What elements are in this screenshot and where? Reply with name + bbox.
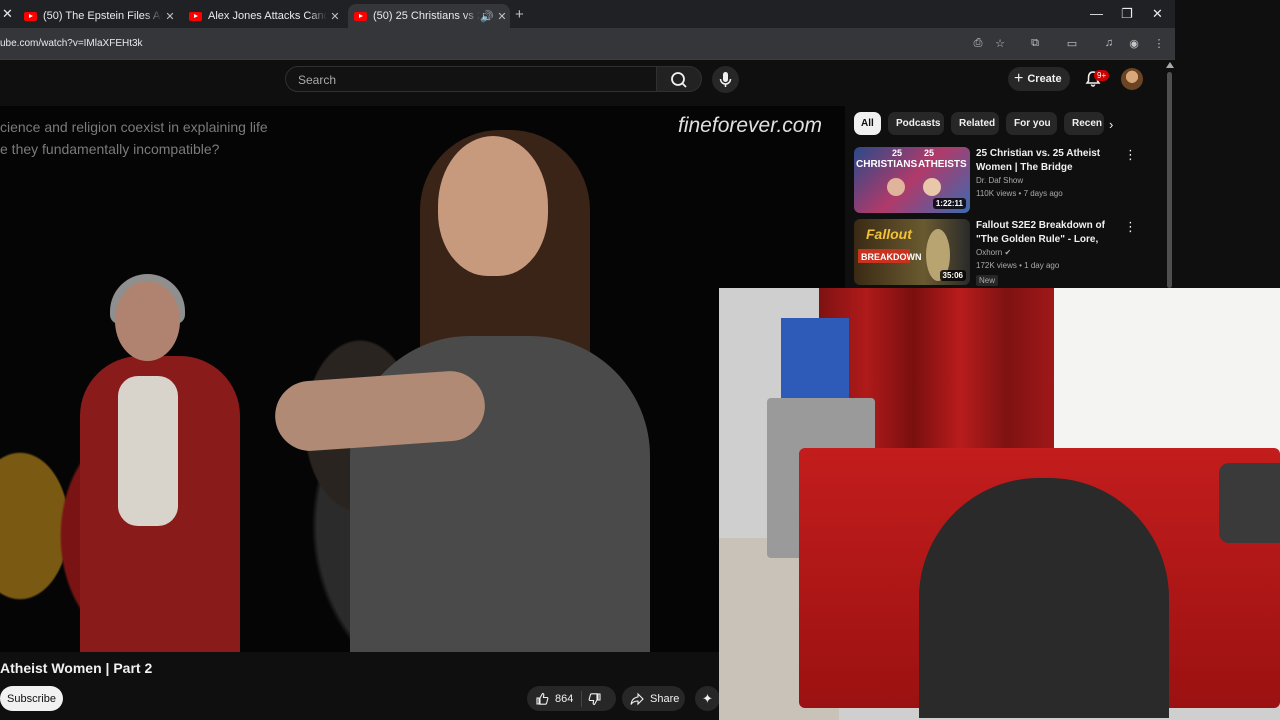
thumb-text-atheists: ATHEISTS xyxy=(918,159,967,170)
thumb-text-christians: CHRISTIANS xyxy=(856,159,917,170)
browser-menu-icon[interactable]: ⋮ xyxy=(1152,36,1166,50)
video-watermark: fineforever.com xyxy=(678,114,822,137)
more-options-icon[interactable]: ⋮ xyxy=(1124,147,1137,163)
video-thumbnail[interactable]: Fallout BREAKDOWN 35:06 xyxy=(854,219,970,285)
like-count: 864 xyxy=(555,692,574,705)
browser-tab-active[interactable]: (50) 25 Christians vs 25 Atheist 🔊 ✕ xyxy=(348,4,510,28)
subscribe-button[interactable]: Subscribe xyxy=(0,686,63,711)
youtube-favicon-icon xyxy=(354,11,367,21)
thumb-person-right xyxy=(923,178,941,196)
chip-recently-uploaded[interactable]: Recen xyxy=(1064,112,1104,135)
tab-close-icon[interactable]: ✕ xyxy=(327,10,343,23)
like-dislike-group: 864 xyxy=(527,686,616,711)
more-options-icon[interactable]: ⋮ xyxy=(1124,219,1137,235)
like-button[interactable]: 864 xyxy=(527,692,573,706)
close-window-icon[interactable]: ✕ xyxy=(1152,6,1163,22)
thumb-number-right: 25 xyxy=(924,148,934,158)
cast-icon[interactable]: ⎙ xyxy=(971,36,985,50)
scrollbar-thumb[interactable] xyxy=(1167,72,1172,288)
plus-icon: + xyxy=(1014,70,1024,87)
video-meta: 110K views • 7 days ago xyxy=(976,189,1063,198)
speaker-arm xyxy=(272,368,488,454)
video-meta: 172K views • 1 day ago xyxy=(976,261,1060,270)
create-label: Create xyxy=(1027,73,1062,85)
share-icon xyxy=(630,692,644,705)
search-button[interactable] xyxy=(656,66,702,92)
restore-icon[interactable]: ❐ xyxy=(1121,6,1133,22)
channel-name[interactable]: Oxhorn ✔ xyxy=(976,248,1011,257)
chevron-right-icon[interactable]: › xyxy=(1109,117,1113,132)
webcam-box xyxy=(781,318,849,398)
search-input[interactable]: Search xyxy=(285,66,657,92)
webcam-wall xyxy=(1049,288,1280,458)
video-title: Atheist Women | Part 2 xyxy=(0,660,153,676)
browser-tab[interactable]: (50) The Epstein Files Are Way Worse ✕ xyxy=(18,4,178,28)
scroll-up-arrow-icon[interactable] xyxy=(1166,62,1174,68)
video-duration: 1:22:11 xyxy=(932,198,966,209)
profile-icon[interactable]: ◉ xyxy=(1127,36,1141,50)
video-duration: 35:06 xyxy=(939,270,966,281)
thumb-text-breakdown: BREAKDOWN xyxy=(861,252,922,262)
share-button[interactable]: Share xyxy=(622,686,685,711)
dislike-button[interactable] xyxy=(588,692,602,706)
recommended-video-title[interactable]: 25 Christian vs. 25 Atheist Women | The … xyxy=(976,147,1126,175)
verified-check-icon: ✔ xyxy=(1004,248,1012,257)
chip-for-you[interactable]: For you xyxy=(1006,112,1057,135)
thumb-text-fallout: Fallout xyxy=(866,226,913,242)
new-tab-icon[interactable]: + xyxy=(515,6,524,23)
speaker-face xyxy=(438,136,548,276)
tab-close-icon[interactable]: ✕ xyxy=(2,6,13,22)
thumbs-up-icon xyxy=(536,692,549,705)
bookmark-star-icon[interactable]: ☆ xyxy=(993,36,1007,50)
minimize-icon[interactable]: — xyxy=(1090,6,1103,21)
chip-podcasts[interactable]: Podcasts xyxy=(888,112,944,135)
recommended-video[interactable]: Fallout BREAKDOWN 35:06 Fallout S2E2 Bre… xyxy=(854,219,1160,286)
webcam-chair xyxy=(919,478,1169,718)
address-bar[interactable]: ube.com/watch?v=IMlaXFEHt3k xyxy=(0,38,143,49)
thumb-person-left xyxy=(887,178,905,196)
webcam-overlay xyxy=(719,288,1280,720)
extensions-icon[interactable]: ⧉ xyxy=(1028,36,1042,50)
create-button[interactable]: + Create xyxy=(1008,67,1070,91)
recommended-video[interactable]: CHRISTIANS ATHEISTS 25 25 1:22:11 25 Chr… xyxy=(854,147,1160,213)
channel-name[interactable]: Dr. Daf Show xyxy=(976,176,1023,185)
new-badge: New xyxy=(976,275,999,286)
audience-shirt xyxy=(118,376,178,526)
share-label: Share xyxy=(650,692,680,705)
avatar[interactable] xyxy=(1121,68,1143,90)
chip-all[interactable]: All xyxy=(854,112,881,135)
sparkle-icon: ✦ xyxy=(702,690,713,706)
video-thumbnail[interactable]: CHRISTIANS ATHEISTS 25 25 1:22:11 xyxy=(854,147,970,213)
webcam-pillow xyxy=(1219,463,1280,543)
media-control-icon[interactable]: ♫ xyxy=(1102,36,1116,50)
tab-close-icon[interactable]: ✕ xyxy=(494,10,510,23)
recommended-video-title[interactable]: Fallout S2E2 Breakdown of "The Golden Ru… xyxy=(976,219,1126,247)
split-view-icon[interactable]: ▭ xyxy=(1065,36,1079,50)
thumb-number-left: 25 xyxy=(892,148,902,158)
audience-face xyxy=(115,281,180,361)
video-caption: cience and religion coexist in explainin… xyxy=(0,119,268,157)
youtube-favicon-icon xyxy=(189,11,202,21)
thumbs-down-icon xyxy=(588,692,601,705)
microphone-icon xyxy=(719,72,732,87)
speaker-icon[interactable]: 🔊 xyxy=(480,10,494,23)
search-icon xyxy=(671,72,687,88)
like-divider xyxy=(581,690,583,707)
youtube-favicon-icon xyxy=(24,11,37,21)
ask-ai-button[interactable]: ✦ xyxy=(695,686,720,711)
tab-close-icon[interactable]: ✕ xyxy=(162,10,178,23)
chip-related[interactable]: Related xyxy=(951,112,999,135)
voice-search-button[interactable] xyxy=(712,66,739,93)
browser-tab[interactable]: Alex Jones Attacks Candace Owens ✕ xyxy=(183,4,343,28)
notification-badge: 9+ xyxy=(1094,70,1110,81)
